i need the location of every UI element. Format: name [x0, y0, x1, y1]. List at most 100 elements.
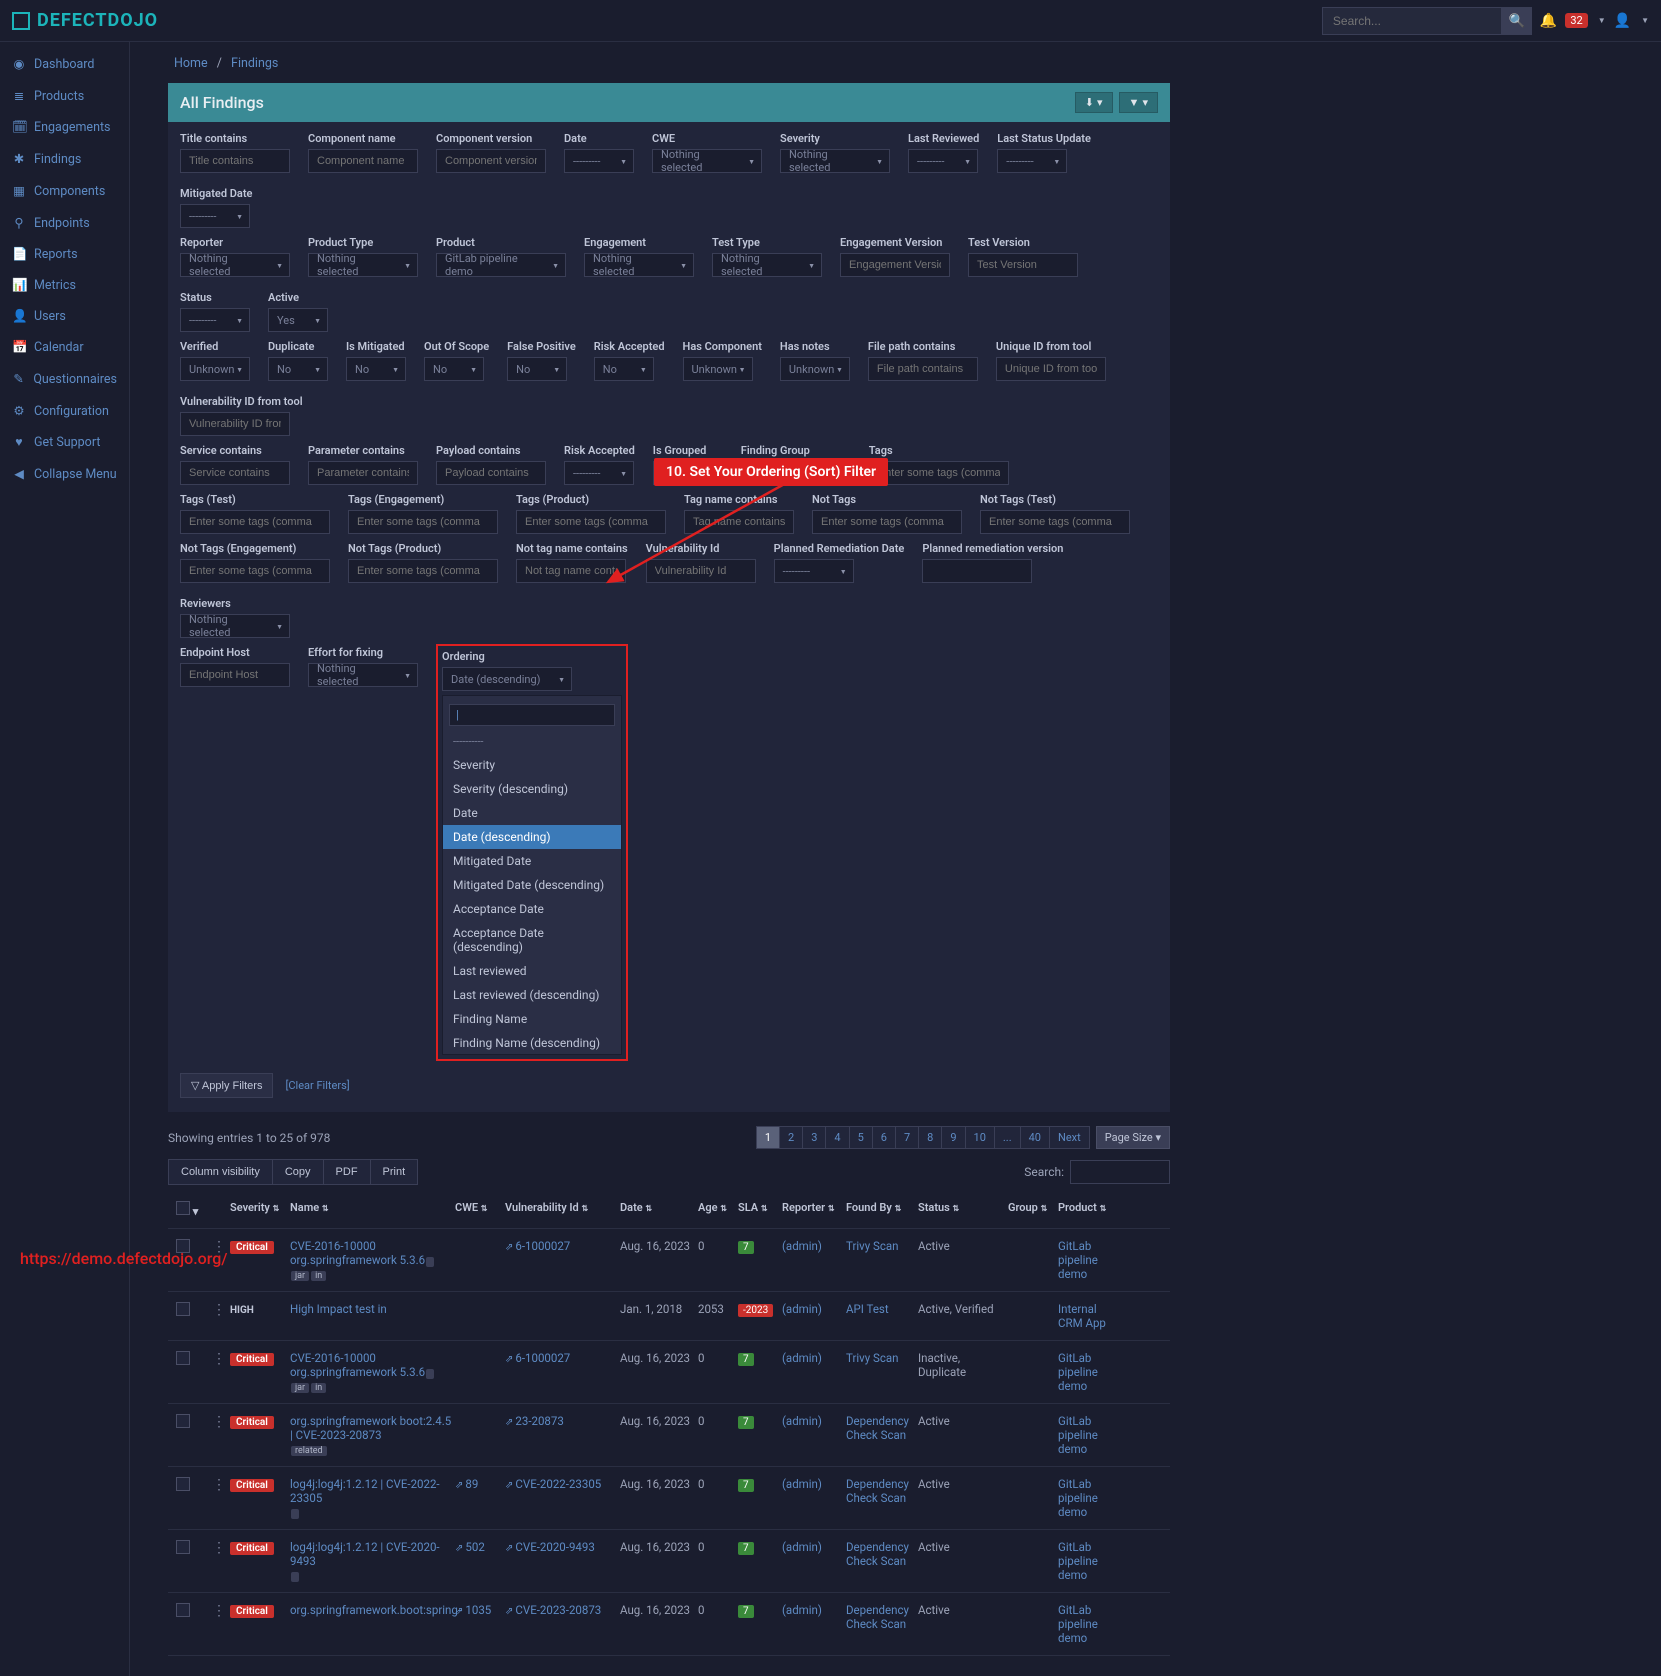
page-button[interactable]: 5: [849, 1126, 873, 1149]
cell-foundby[interactable]: API Test: [846, 1302, 918, 1316]
page-size-button[interactable]: Page Size ▾: [1096, 1126, 1170, 1149]
page-button[interactable]: 1: [756, 1126, 780, 1149]
cell-name[interactable]: org.springframework.boot:spring-: [290, 1603, 461, 1617]
filter-engagement-select[interactable]: Nothing selected: [584, 253, 694, 277]
page-button[interactable]: 9: [941, 1126, 965, 1149]
filter-tags-(test)-input[interactable]: [180, 510, 330, 534]
cell-foundby[interactable]: Dependency Check Scan: [846, 1540, 918, 1568]
filter-has-component-select[interactable]: Unknown: [683, 357, 753, 381]
filter-component-version-input[interactable]: [436, 149, 546, 173]
bell-icon[interactable]: 🔔: [1540, 13, 1557, 29]
row-actions-icon[interactable]: ⋮: [212, 1603, 226, 1619]
row-checkbox[interactable]: [176, 1351, 190, 1365]
row-checkbox[interactable]: [176, 1540, 190, 1554]
sidebar-item-collapse-menu[interactable]: ◀Collapse Menu: [0, 458, 129, 490]
filter-cwe-select[interactable]: Nothing selected: [652, 149, 762, 173]
cell-name[interactable]: log4j:log4j:1.2.12 | CVE-2022-23305: [290, 1477, 440, 1505]
table-search-input[interactable]: [1070, 1160, 1170, 1184]
page-button[interactable]: 6: [872, 1126, 896, 1149]
cell-reporter[interactable]: (admin): [782, 1603, 846, 1617]
apply-filters-button[interactable]: ▽ Apply Filters: [180, 1073, 273, 1098]
cell-cwe[interactable]: ⇗89: [455, 1477, 505, 1491]
filter-vulnerability-id-input[interactable]: [646, 559, 756, 583]
filter-tag-name-contains-input[interactable]: [684, 510, 794, 534]
cell-vuln[interactable]: ⇗23-20873: [505, 1414, 620, 1428]
row-actions-icon[interactable]: ⋮: [212, 1540, 226, 1556]
filter-mitigated-date-select[interactable]: ---------: [180, 204, 250, 228]
column-header[interactable]: Status ⇅: [918, 1201, 1008, 1218]
filter-reporter-select[interactable]: Nothing selected: [180, 253, 290, 277]
sidebar-item-metrics[interactable]: 📊Metrics: [0, 270, 129, 301]
column-header[interactable]: ▾: [176, 1201, 212, 1218]
cell-cwe[interactable]: ⇗502: [455, 1540, 505, 1554]
filter-risk-accepted-select[interactable]: ---------: [564, 461, 634, 485]
cell-foundby[interactable]: Trivy Scan: [846, 1351, 918, 1365]
page-button[interactable]: 10: [965, 1126, 995, 1149]
notif-caret-icon[interactable]: ▼: [1598, 16, 1606, 25]
filter-file-path-contains-input[interactable]: [868, 357, 978, 381]
column-header[interactable]: Vulnerability Id ⇅: [505, 1201, 620, 1218]
tool-copy-button[interactable]: Copy: [272, 1159, 324, 1185]
page-button[interactable]: 7: [895, 1126, 919, 1149]
search-input[interactable]: [1322, 7, 1502, 35]
row-checkbox[interactable]: [176, 1603, 190, 1617]
cell-product[interactable]: GitLab pipeline demo: [1058, 1540, 1113, 1582]
filter-reviewers-select[interactable]: Nothing selected: [180, 614, 290, 638]
tool-pdf-button[interactable]: PDF: [323, 1159, 371, 1185]
filter-last-status-update-select[interactable]: ---------: [997, 149, 1067, 173]
filter-not-tags-input[interactable]: [812, 510, 962, 534]
column-header[interactable]: Found By ⇅: [846, 1201, 918, 1218]
sidebar-item-engagements[interactable]: 🗓Engagements: [0, 112, 129, 143]
tool-print-button[interactable]: Print: [370, 1159, 419, 1185]
cell-name[interactable]: High Impact test in: [290, 1302, 387, 1316]
cell-vuln[interactable]: ⇗6-1000027: [505, 1351, 620, 1365]
cell-vuln[interactable]: ⇗6-1000027: [505, 1239, 620, 1253]
column-header[interactable]: Severity ⇅: [230, 1201, 290, 1218]
cell-vuln[interactable]: ⇗CVE-2022-23305: [505, 1477, 620, 1491]
sidebar-item-get-support[interactable]: ♥Get Support: [0, 427, 129, 458]
breadcrumb-current[interactable]: Findings: [231, 56, 278, 71]
filter-out-of-scope-select[interactable]: No: [424, 357, 484, 381]
filter-verified-select[interactable]: Unknown: [180, 357, 250, 381]
ordering-option[interactable]: Mitigated Date (descending): [443, 873, 621, 897]
filter-not-tag-name-contains-input[interactable]: [516, 559, 626, 583]
sidebar-item-configuration[interactable]: ⚙Configuration: [0, 395, 129, 427]
ordering-search-input[interactable]: [449, 704, 615, 726]
cell-reporter[interactable]: (admin): [782, 1239, 846, 1253]
filter-endpoint-host-input[interactable]: [180, 663, 290, 687]
ordering-option[interactable]: Acceptance Date (descending): [443, 921, 621, 959]
sidebar-item-calendar[interactable]: 📅Calendar: [0, 332, 129, 363]
row-checkbox[interactable]: [176, 1477, 190, 1491]
ordering-option[interactable]: Finding Name (descending): [443, 1031, 621, 1055]
column-header[interactable]: Reporter ⇅: [782, 1201, 846, 1218]
cell-foundby[interactable]: Dependency Check Scan: [846, 1414, 918, 1442]
row-checkbox[interactable]: [176, 1414, 190, 1428]
column-header[interactable]: Age ⇅: [698, 1201, 738, 1218]
cell-reporter[interactable]: (admin): [782, 1351, 846, 1365]
ordering-option[interactable]: Acceptance Date: [443, 897, 621, 921]
ordering-select[interactable]: Date (descending): [442, 667, 572, 691]
page-button[interactable]: 2: [779, 1126, 803, 1149]
filter-not-tags-(test)-input[interactable]: [980, 510, 1130, 534]
filter-not-tags-(product)-input[interactable]: [348, 559, 498, 583]
ordering-option[interactable]: Severity: [443, 753, 621, 777]
filter-engagement-version-input[interactable]: [840, 253, 950, 277]
tool-column-visibility-button[interactable]: Column visibility: [168, 1159, 273, 1185]
column-header[interactable]: SLA ⇅: [738, 1201, 782, 1218]
sidebar-item-reports[interactable]: 📄Reports: [0, 239, 129, 270]
cell-name[interactable]: CVE-2016-10000: [290, 1239, 376, 1253]
column-header[interactable]: CWE ⇅: [455, 1201, 505, 1218]
filter-false-positive-select[interactable]: No: [507, 357, 567, 381]
cell-product[interactable]: GitLab pipeline demo: [1058, 1351, 1113, 1393]
column-header[interactable]: Product ⇅: [1058, 1201, 1113, 1218]
sidebar-item-products[interactable]: ≣Products: [0, 80, 129, 112]
filter-parameter-contains-input[interactable]: [308, 461, 418, 485]
filter-planned-remediation-date-select[interactable]: ---------: [774, 559, 854, 583]
filter-date-select[interactable]: ---------: [564, 149, 634, 173]
page-button[interactable]: Next: [1049, 1126, 1090, 1149]
cell-product[interactable]: GitLab pipeline demo: [1058, 1603, 1113, 1645]
user-icon[interactable]: 👤: [1614, 13, 1631, 29]
search-button[interactable]: 🔍: [1502, 7, 1532, 35]
cell-name[interactable]: log4j:log4j:1.2.12 | CVE-2020-9493: [290, 1540, 440, 1568]
cell-vuln[interactable]: ⇗CVE-2020-9493: [505, 1540, 620, 1554]
